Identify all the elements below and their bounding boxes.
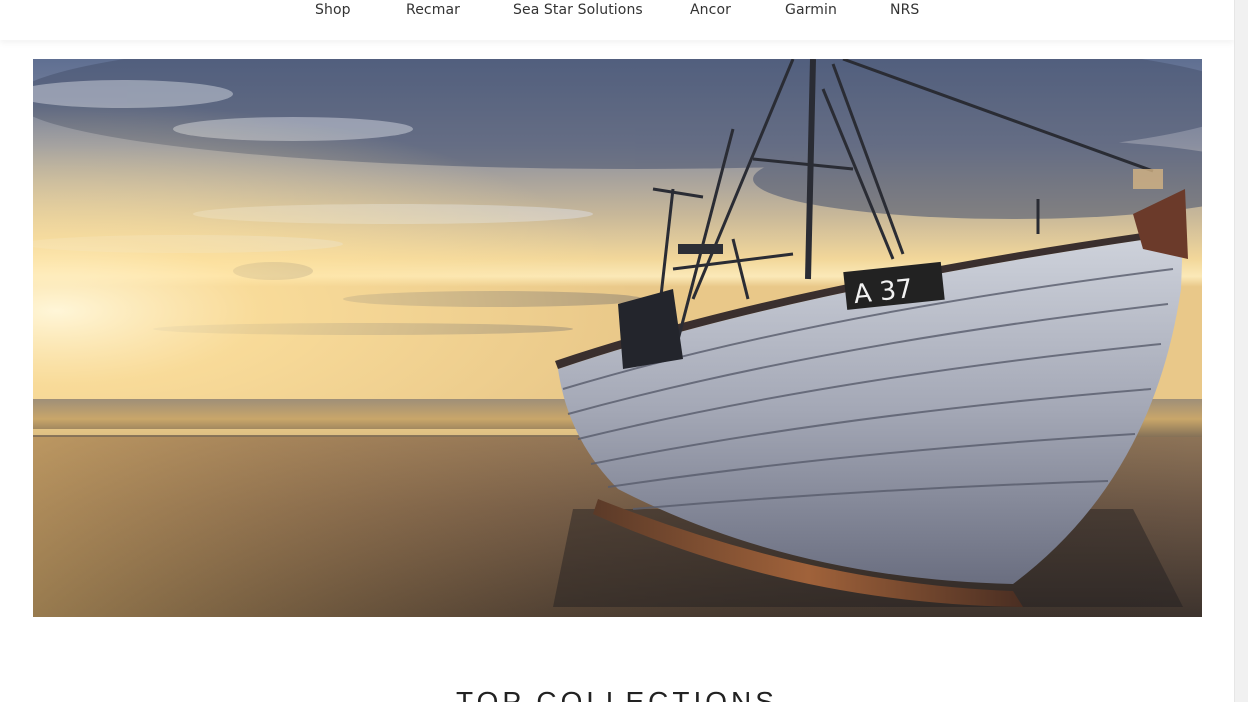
top-navigation: Shop Recmar Sea Star Solutions Ancor Gar… (0, 0, 1234, 40)
nav-item-sea-star-solutions[interactable]: Sea Star Solutions (513, 2, 643, 18)
nav-item-garmin[interactable]: Garmin (785, 2, 837, 18)
boat-registration-number: A 37 (852, 274, 914, 310)
nav-item-ancor[interactable]: Ancor (690, 2, 731, 18)
nav-item-nrs[interactable]: NRS (890, 2, 919, 18)
hero-banner-image[interactable]: A 37 (33, 59, 1202, 617)
page: Shop Recmar Sea Star Solutions Ancor Gar… (0, 0, 1234, 702)
page-scrollbar[interactable] (1234, 0, 1248, 702)
top-collections-heading: TOP COLLECTIONS (456, 686, 778, 702)
nav-item-recmar[interactable]: Recmar (406, 2, 460, 18)
beached-fishing-boat-sunset-image: A 37 (33, 59, 1202, 617)
nav-item-shop[interactable]: Shop (315, 2, 351, 18)
